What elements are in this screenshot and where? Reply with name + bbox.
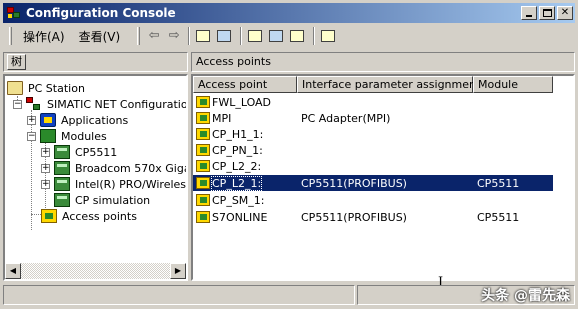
applications-icon: [40, 113, 56, 127]
access-points-list[interactable]: Access point Interface parameter assignm…: [191, 74, 575, 281]
forward-arrow-icon[interactable]: ⇨: [164, 27, 184, 45]
export-list-icon[interactable]: [288, 27, 306, 45]
list-column-headers: Access point Interface parameter assignm…: [193, 76, 553, 93]
maximize-icon: [543, 9, 552, 17]
minimize-button[interactable]: [521, 6, 537, 20]
menu-toolbar: 操作(A) 查看(V) ⇦ ⇨: [3, 25, 575, 47]
network-icon: [26, 97, 42, 111]
minimize-icon: [526, 15, 532, 17]
access-point-icon: [196, 112, 210, 124]
expand-icon[interactable]: +: [41, 147, 50, 157]
tree-item-cp-simulation[interactable]: CP simulation: [54, 192, 152, 208]
collapse-icon[interactable]: −: [27, 131, 36, 141]
scroll-right-icon[interactable]: ▶: [170, 263, 186, 279]
card-icon: [54, 177, 70, 191]
column-interface-parameter-assignment[interactable]: Interface parameter assignment: [297, 76, 480, 93]
column-access-point[interactable]: Access point: [193, 76, 297, 93]
tree-item-cp5511[interactable]: + CP5511: [41, 144, 119, 160]
toolbar-separator: [313, 27, 316, 45]
card-icon: [54, 145, 70, 159]
expand-icon[interactable]: +: [41, 179, 50, 189]
up-folder-icon[interactable]: [194, 27, 212, 45]
close-button[interactable]: ✕: [557, 6, 573, 20]
back-arrow-icon[interactable]: ⇦: [144, 27, 164, 45]
list-row-selected[interactable]: CP_L2_1: CP5511(PROFIBUS) CP5511: [193, 175, 553, 191]
access-point-icon: [196, 194, 210, 206]
tree-item-broadcom[interactable]: + Broadcom 570x Gigal: [41, 160, 186, 176]
tree-item-applications[interactable]: + Applications: [27, 112, 130, 128]
collapse-icon[interactable]: −: [13, 99, 22, 109]
toolbar-grip[interactable]: [9, 27, 12, 45]
expand-icon[interactable]: +: [27, 115, 36, 125]
scroll-track[interactable]: [21, 263, 170, 279]
toolbar-grip-2[interactable]: [137, 27, 141, 45]
tree-horizontal-scrollbar[interactable]: ◀ ▶: [5, 263, 186, 279]
list-row[interactable]: MPI PC Adapter(MPI): [193, 110, 553, 126]
menu-view[interactable]: 查看(V): [72, 28, 128, 45]
access-point-icon: [196, 160, 210, 172]
tree-tab[interactable]: 树: [7, 54, 26, 70]
access-point-icon: [196, 177, 210, 189]
expand-icon[interactable]: +: [41, 163, 50, 173]
column-module[interactable]: Module: [473, 76, 553, 93]
folder-icon: [7, 81, 23, 95]
menu-action[interactable]: 操作(A): [16, 28, 72, 45]
access-point-icon: [41, 209, 57, 223]
close-icon: ✕: [560, 7, 570, 18]
status-panel-main: [3, 285, 355, 305]
simatic-net-app-icon: [6, 5, 22, 21]
access-point-icon: [196, 96, 210, 108]
tree-item-access-points[interactable]: Access points: [41, 208, 139, 224]
tree-item-modules[interactable]: − Modules: [27, 128, 109, 144]
list-pane-header: Access points: [191, 52, 575, 72]
title-bar[interactable]: Configuration Console ✕: [3, 3, 575, 23]
properties-icon[interactable]: [246, 27, 264, 45]
list-row[interactable]: S7ONLINE CP5511(PROFIBUS) CP5511: [193, 209, 553, 225]
tree-item-intel-pro-wireless[interactable]: + Intel(R) PRO/Wireles: [41, 176, 186, 192]
toolbar-separator: [188, 27, 191, 45]
help-icon[interactable]: [319, 27, 337, 45]
show-hide-tree-icon[interactable]: [215, 27, 233, 45]
tree-item-simatic-net-configuration[interactable]: − SIMATIC NET Configuration: [13, 96, 186, 112]
tree-pane-header: 树: [3, 52, 188, 72]
modules-icon: [40, 129, 56, 143]
scroll-left-icon[interactable]: ◀: [5, 263, 21, 279]
configuration-console-window: Configuration Console ✕ 操作(A) 查看(V) ⇦ ⇨: [0, 0, 578, 309]
tree-item-pc-station[interactable]: PC Station: [7, 80, 87, 96]
toolbar-separator: [240, 27, 243, 45]
watermark-text: 头条 @雷先森: [481, 288, 570, 304]
access-point-icon: [196, 144, 210, 156]
list-row[interactable]: CP_H1_1:: [193, 126, 553, 142]
refresh-icon[interactable]: [267, 27, 285, 45]
access-point-icon: [196, 128, 210, 140]
tree-view[interactable]: PC Station − SIMATIC NET Configuration +…: [3, 74, 188, 281]
list-row[interactable]: FWL_LOAD: [193, 94, 553, 110]
list-row[interactable]: CP_L2_2:: [193, 158, 553, 174]
window-title: Configuration Console: [26, 6, 176, 20]
access-point-icon: [196, 211, 210, 223]
list-row[interactable]: CP_SM_1:: [193, 192, 553, 208]
card-icon: [54, 161, 70, 175]
card-icon: [54, 193, 70, 207]
maximize-button[interactable]: [539, 6, 555, 20]
list-row[interactable]: CP_PN_1:: [193, 142, 553, 158]
